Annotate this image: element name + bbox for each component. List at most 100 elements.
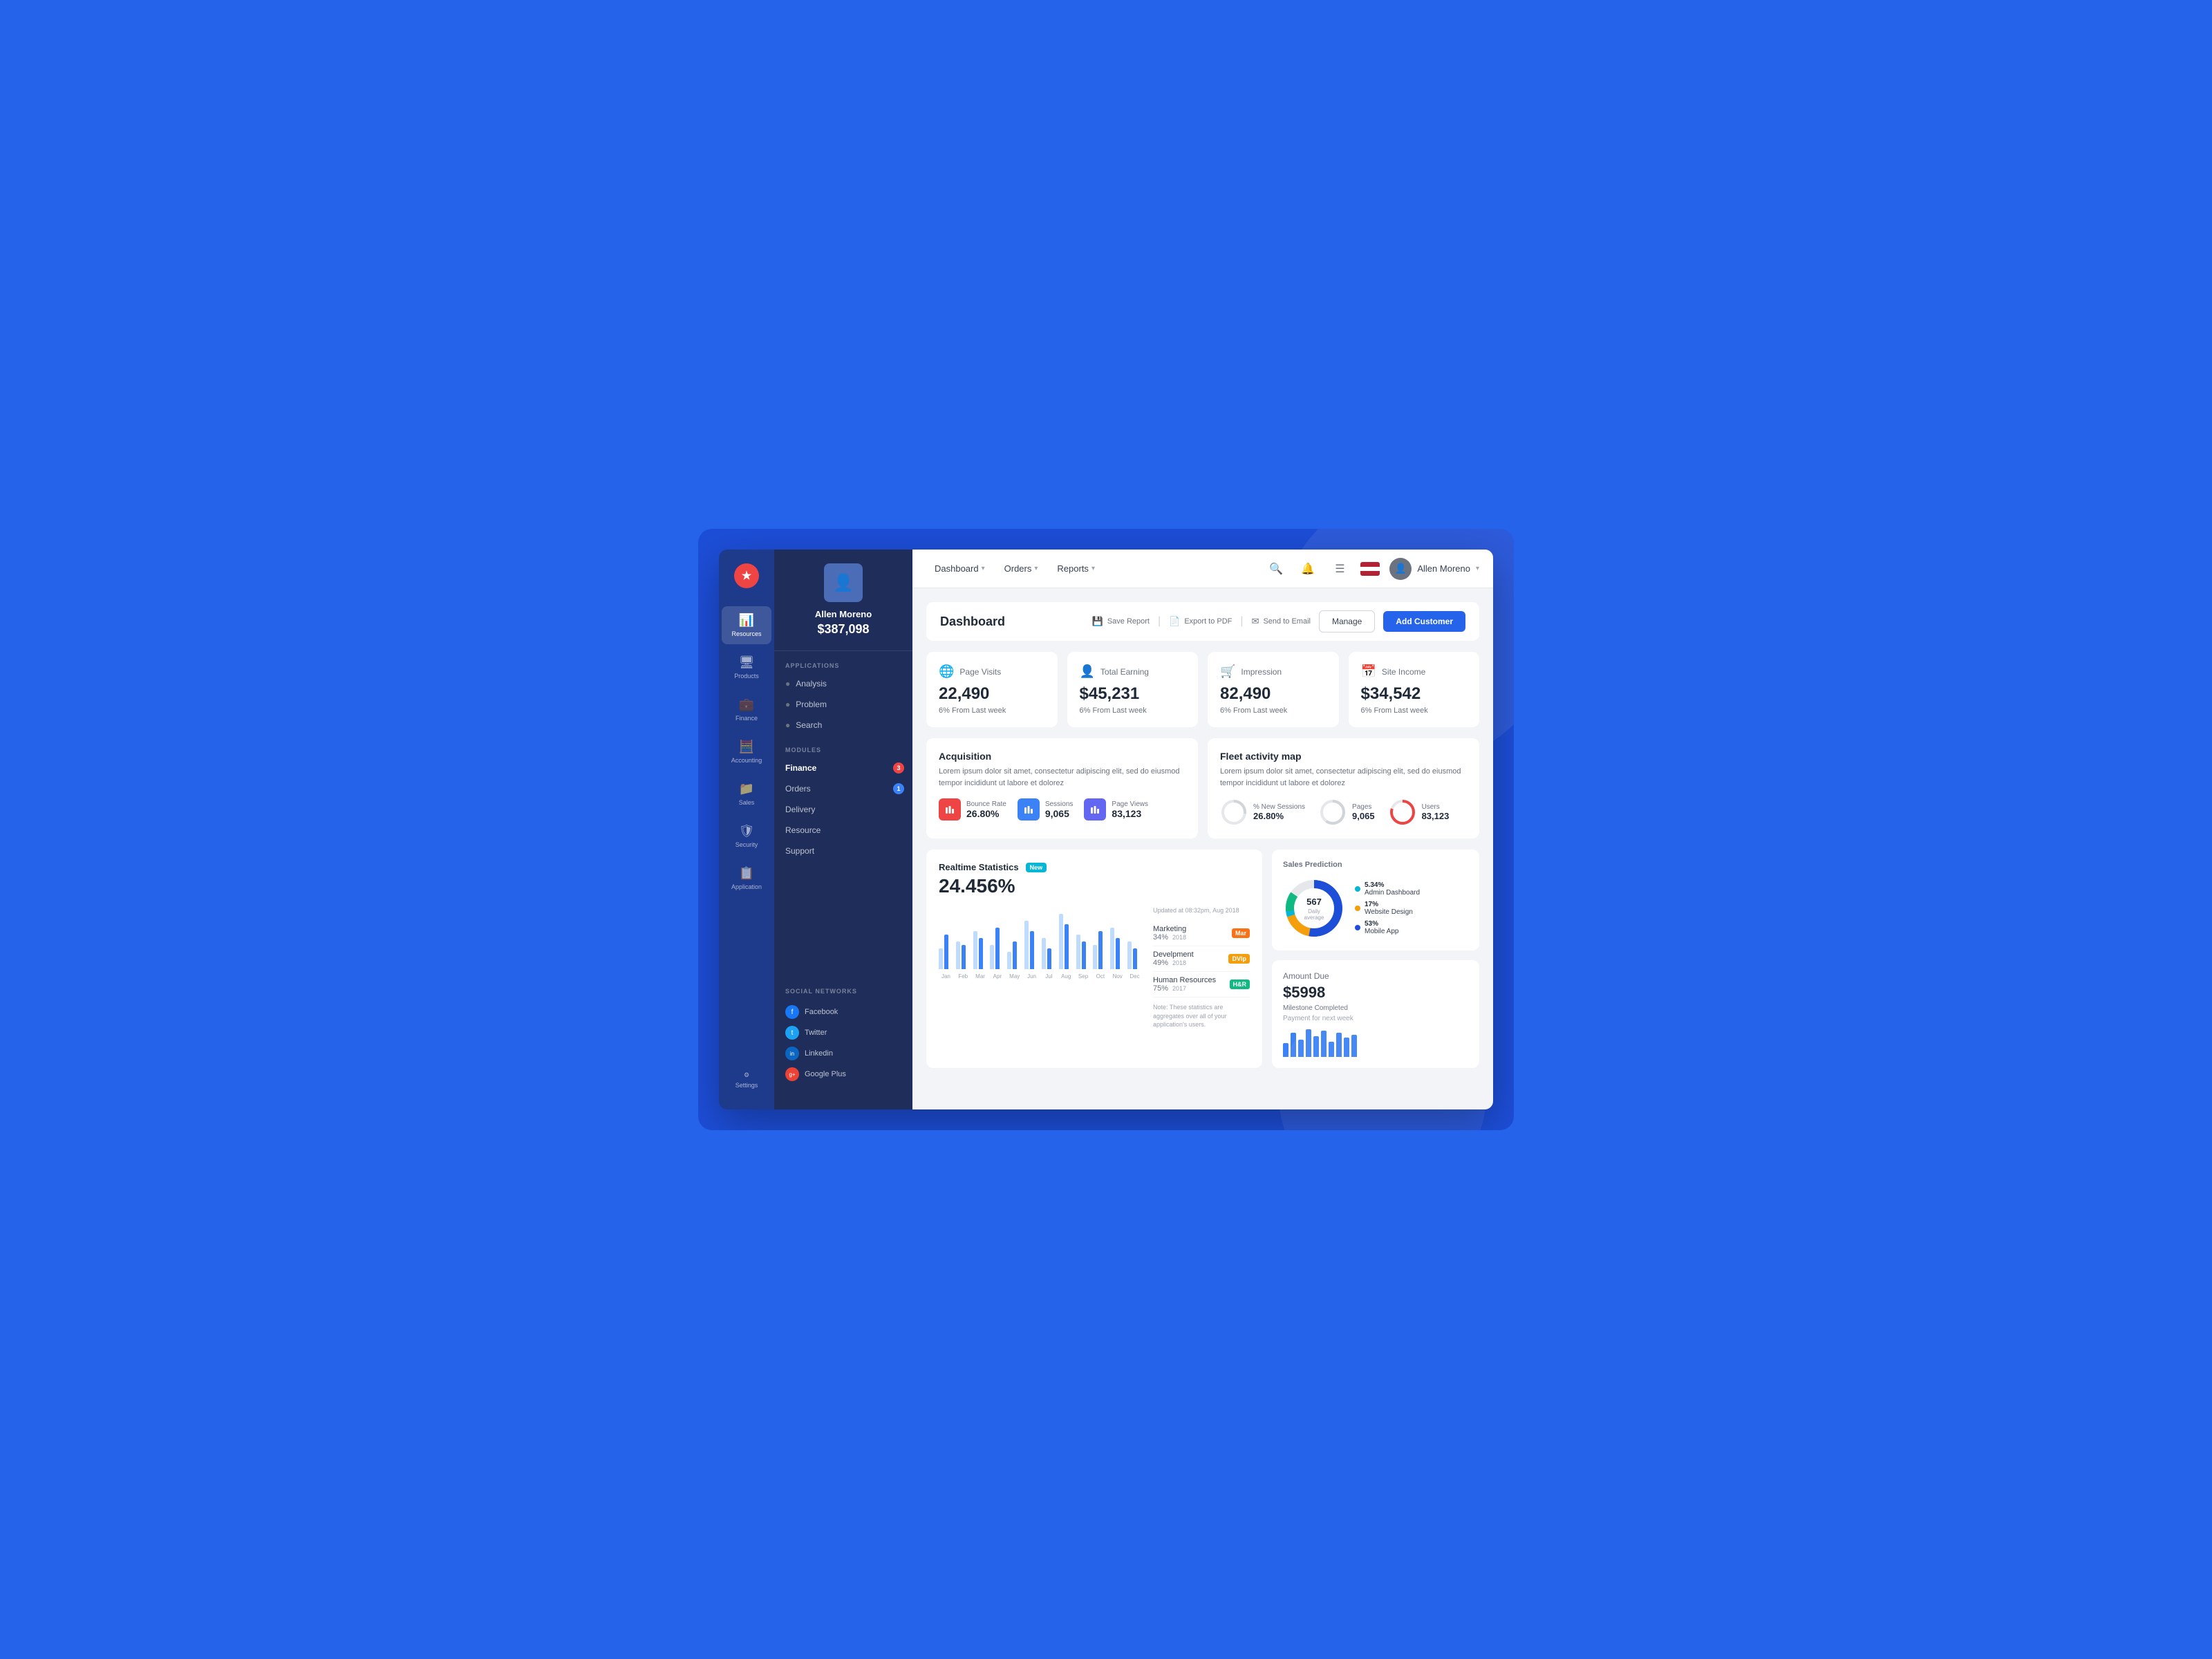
sp-legend-website: 17% Website Design	[1355, 901, 1420, 916]
save-report-button[interactable]: 💾 Save Report	[1092, 616, 1150, 627]
social-facebook[interactable]: f Facebook	[785, 1002, 901, 1022]
legend-development: Develpment 49% 2018 DVlp	[1153, 946, 1250, 972]
right-cards: Sales Prediction	[1272, 850, 1479, 1068]
sidebar-module-orders[interactable]: Orders 1	[774, 778, 912, 799]
user-name: Allen Moreno	[1417, 563, 1470, 574]
header-actions: 💾 Save Report | 📄 Export to PDF | ✉ Send…	[1092, 610, 1465, 632]
sp-dot-website	[1355, 906, 1360, 911]
sidebar-module-delivery[interactable]: Delivery	[774, 799, 912, 820]
sidebar-module-finance[interactable]: Finance 3	[774, 758, 912, 778]
language-flag[interactable]	[1360, 562, 1380, 576]
amount-due-chart	[1283, 1029, 1468, 1057]
acquisition-title: Acquisition	[939, 751, 1185, 762]
social-networks-section: Social Networks f Facebook t Twitter in …	[774, 977, 912, 1096]
stat-label-page-visits: Page Visits	[959, 667, 1001, 677]
realtime-chart-area: Jan Feb Mar Apr May Jun Jul Aug Sep Oc	[939, 907, 1142, 1029]
sp-dot-admin	[1355, 886, 1360, 892]
page-views-value: 83,123	[1112, 808, 1148, 819]
fleet-metrics: % New Sessions 26.80%	[1220, 798, 1467, 826]
resources-icon: 📊	[739, 613, 754, 628]
settings-button[interactable]: ⚙ Settings	[722, 1065, 771, 1096]
sidebar-item-sales[interactable]: 📁 Sales	[722, 775, 771, 813]
stat-label-impression: Impression	[1241, 667, 1282, 677]
save-icon: 💾	[1092, 616, 1103, 627]
sidebar-balance: $387,098	[817, 622, 869, 637]
social-googleplus[interactable]: g+ Google Plus	[785, 1064, 901, 1085]
legend-hr: Human Resources 75% 2017 H&R	[1153, 972, 1250, 997]
donut-chart: 567 Daily average	[1283, 877, 1345, 939]
realtime-legend: Updated at 08:32pm, Aug 2018 Marketing 3…	[1153, 907, 1250, 1029]
chevron-down-icon: ▾	[1034, 565, 1038, 572]
nav-reports[interactable]: Reports ▾	[1049, 559, 1103, 578]
sidebar-module-support[interactable]: Support	[774, 841, 912, 861]
sidebar-item-finance[interactable]: 💼 Finance	[722, 691, 771, 729]
stat-value-total-earning: $45,231	[1080, 684, 1186, 704]
nav-dashboard[interactable]: Dashboard ▾	[926, 559, 993, 578]
user-profile[interactable]: 👤 Allen Moreno ▾	[1389, 558, 1479, 580]
impression-icon: 🛒	[1220, 664, 1235, 679]
sidebar-avatar: 👤	[824, 563, 863, 602]
app-logo[interactable]: ★	[734, 563, 759, 588]
add-customer-button[interactable]: Add Customer	[1383, 611, 1465, 632]
legend-updated: Updated at 08:32pm, Aug 2018	[1153, 907, 1250, 914]
sidebar-user-name: Allen Moreno	[815, 609, 872, 619]
export-pdf-button[interactable]: 📄 Export to PDF	[1169, 616, 1232, 627]
menu-button[interactable]: ☰	[1329, 558, 1351, 580]
orders-badge: 1	[893, 783, 904, 794]
pages-chart	[1319, 798, 1347, 826]
sidebar-item-security[interactable]: 🛡 Security	[722, 817, 771, 855]
stats-row: 🌐 Page Visits 22,490 6% From Last week 👤…	[926, 652, 1479, 727]
nav-actions: 🔍 🔔 ☰ 👤 Allen Moreno ▾	[1265, 558, 1479, 580]
notification-button[interactable]: 🔔	[1297, 558, 1319, 580]
sidebar-search[interactable]: ● Search	[774, 715, 912, 735]
legend-note: Note: These statistics are aggregates ov…	[1153, 1003, 1250, 1029]
sidebar-problem[interactable]: ● Problem	[774, 694, 912, 715]
social-twitter[interactable]: t Twitter	[785, 1022, 901, 1043]
total-earning-icon: 👤	[1080, 664, 1095, 679]
stat-label-site-income: Site Income	[1382, 667, 1425, 677]
nav-orders[interactable]: Orders ▾	[996, 559, 1047, 578]
sidebar-analysis[interactable]: ● Analysis	[774, 673, 912, 694]
metric-bounce-rate: Bounce Rate 26.80%	[939, 798, 1006, 821]
social-title: Social Networks	[785, 988, 901, 995]
donut-center: 567 Daily average	[1299, 896, 1330, 921]
social-linkedin[interactable]: in Linkedin	[785, 1043, 901, 1064]
accounting-icon: 🧮	[739, 740, 754, 754]
send-email-button[interactable]: ✉ Send to Email	[1252, 616, 1311, 627]
search-dot: ●	[785, 720, 790, 730]
fleet-users: Users 83,123	[1389, 798, 1450, 826]
content-area: Dashboard 💾 Save Report | 📄 Export to PD…	[912, 588, 1493, 1109]
acquisition-card: Acquisition Lorem ipsum dolor sit amet, …	[926, 738, 1198, 838]
manage-button[interactable]: Manage	[1319, 610, 1375, 632]
sidebar-item-application[interactable]: 📋 Application	[722, 859, 771, 897]
amount-due-value: $5998	[1283, 984, 1468, 1002]
application-icon: 📋	[739, 866, 754, 881]
sidebar-item-resources[interactable]: 📊 Resources	[722, 606, 771, 644]
legend-marketing: Marketing 34% 2018 Mar	[1153, 921, 1250, 946]
products-icon: 🖥	[739, 655, 755, 670]
sidebar-module-resource[interactable]: Resource	[774, 820, 912, 841]
sidebar-item-products[interactable]: 🖥 Products	[722, 648, 771, 686]
bar-chart-icon	[945, 805, 955, 814]
sales-prediction-card: Sales Prediction	[1272, 850, 1479, 950]
sidebar-item-accounting[interactable]: 🧮 Accounting	[722, 733, 771, 771]
amount-due-subtitle: Milestone Completed	[1283, 1004, 1468, 1012]
twitter-icon: t	[785, 1026, 799, 1040]
search-button[interactable]: 🔍	[1265, 558, 1287, 580]
page-views-label: Page Views	[1112, 800, 1148, 808]
realtime-card: Realtime Statistics New 24.456%	[926, 850, 1262, 1068]
bar-chart	[939, 907, 1142, 969]
sp-content: 567 Daily average 5.34%	[1283, 877, 1468, 939]
stat-change-site-income: 6% From Last week	[1361, 706, 1468, 715]
new-badge: New	[1026, 863, 1047, 872]
main-content: Dashboard ▾ Orders ▾ Reports ▾ 🔍 🔔	[912, 550, 1493, 1109]
bottom-row: Realtime Statistics New 24.456%	[926, 850, 1479, 1068]
acquisition-metrics: Bounce Rate 26.80%	[939, 798, 1185, 821]
stat-change-impression: 6% From Last week	[1220, 706, 1327, 715]
metric-page-views: Page Views 83,123	[1084, 798, 1148, 821]
bounce-rate-value: 26.80%	[966, 808, 1006, 819]
realtime-title: Realtime Statistics	[939, 862, 1019, 872]
sp-legend-admin: 5.34% Admin Dashboard	[1355, 881, 1420, 897]
user-avatar: 👤	[1389, 558, 1412, 580]
settings-icon: ⚙	[744, 1071, 749, 1079]
